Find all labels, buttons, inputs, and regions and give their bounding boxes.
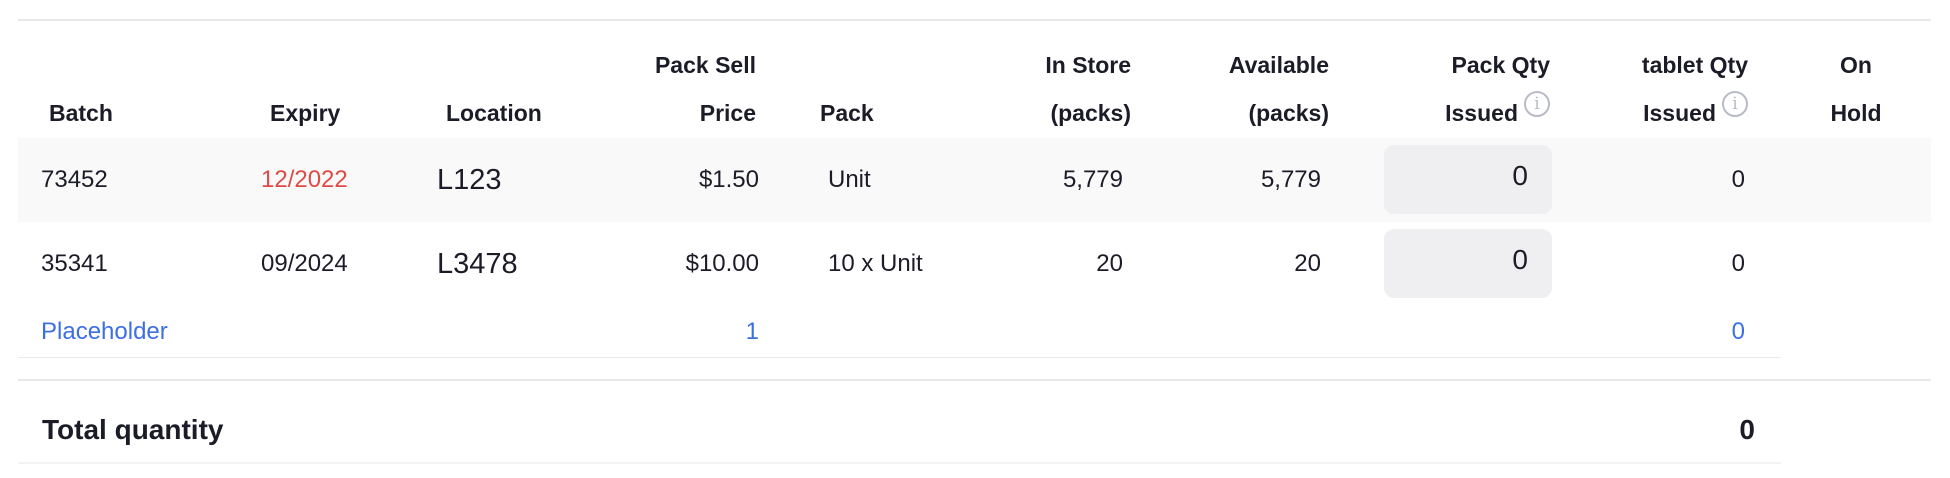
header-tablet-qty-issued[interactable]: tablet Qty Issued i: [1642, 41, 1748, 137]
pack-qty-issued-input[interactable]: 0: [1384, 229, 1552, 298]
location-cell: L123: [437, 164, 502, 196]
header-pack-qty-issued[interactable]: Pack Qty Issued i: [1445, 41, 1550, 137]
header-pack[interactable]: Pack: [820, 89, 874, 137]
header-available-line2: (packs): [1248, 100, 1329, 126]
pack-cell: Unit: [828, 166, 871, 193]
total-divider: [18, 379, 1931, 381]
placeholder-pack-qty: 1: [745, 318, 759, 345]
expiry-cell: 12/2022: [261, 166, 348, 193]
top-divider: [18, 19, 1931, 21]
header-in-store-line2: (packs): [1050, 100, 1131, 126]
table-row[interactable]: 35341 09/2024 L3478 $10.00 10 x Unit 20 …: [18, 222, 1931, 306]
header-batch[interactable]: Batch: [49, 89, 113, 137]
header-location-label: Location: [446, 100, 542, 126]
pack-sell-price-cell: $1.50: [698, 166, 759, 193]
header-available-line1: Available: [1228, 52, 1329, 78]
placeholder-row: Placeholder 1 0: [18, 307, 1781, 358]
header-pack-sell-price-line1: Pack Sell: [654, 52, 756, 78]
available-cell: 5,779: [1260, 166, 1321, 193]
table-row[interactable]: 73452 12/2022 L123 $1.50 Unit 5,779 5,77…: [18, 138, 1931, 222]
batch-cell: 35341: [41, 250, 108, 277]
placeholder-tablet-qty: 0: [1731, 318, 1745, 345]
total-value: 0: [1739, 414, 1755, 445]
header-pack-qty-issued-line1: Pack Qty: [1451, 52, 1550, 78]
batch-cell: 73452: [41, 166, 108, 193]
header-tablet-qty-issued-line2-wrap: Issued i: [1642, 89, 1748, 137]
header-pack-sell-price[interactable]: Pack Sell Price: [655, 41, 756, 137]
header-batch-label: Batch: [49, 100, 113, 126]
header-on-hold-line1: On: [1840, 52, 1872, 78]
total-label: Total quantity: [42, 414, 224, 445]
header-on-hold-line2: Hold: [1830, 100, 1882, 126]
in-store-cell: 20: [1096, 250, 1123, 277]
header-location[interactable]: Location: [446, 89, 542, 137]
placeholder-label: Placeholder: [41, 318, 168, 345]
header-on-hold[interactable]: On Hold: [1826, 41, 1886, 137]
batch-allocation-table: Batch Expiry Location Pack Sell Price Pa…: [0, 0, 1950, 478]
pack-qty-issued-input[interactable]: 0: [1384, 145, 1552, 214]
header-in-store-line1: In Store: [1045, 52, 1131, 78]
total-row: Total quantity 0: [18, 398, 1781, 464]
header-pack-qty-issued-line2: Issued: [1445, 100, 1518, 126]
info-icon[interactable]: i: [1524, 91, 1550, 117]
tablet-qty-issued-cell: 0: [1731, 250, 1745, 277]
tablet-qty-issued-cell: 0: [1731, 166, 1745, 193]
header-available[interactable]: Available (packs): [1229, 41, 1329, 137]
header-tablet-qty-issued-line2: Issued: [1643, 100, 1716, 126]
header-in-store[interactable]: In Store (packs): [1045, 41, 1131, 137]
in-store-cell: 5,779: [1062, 166, 1123, 193]
header-pack-qty-issued-line2-wrap: Issued i: [1445, 89, 1550, 137]
available-cell: 20: [1294, 250, 1321, 277]
header-tablet-qty-issued-line1: tablet Qty: [1641, 52, 1748, 78]
pack-cell: 10 x Unit: [828, 250, 923, 277]
location-cell: L3478: [437, 248, 518, 280]
expiry-cell: 09/2024: [261, 250, 348, 277]
header-expiry-label: Expiry: [270, 100, 341, 126]
info-icon[interactable]: i: [1722, 91, 1748, 117]
header-pack-sell-price-line2: Price: [699, 100, 756, 126]
header-pack-label: Pack: [820, 100, 874, 126]
pack-sell-price-cell: $10.00: [685, 250, 759, 277]
header-expiry[interactable]: Expiry: [270, 89, 340, 137]
